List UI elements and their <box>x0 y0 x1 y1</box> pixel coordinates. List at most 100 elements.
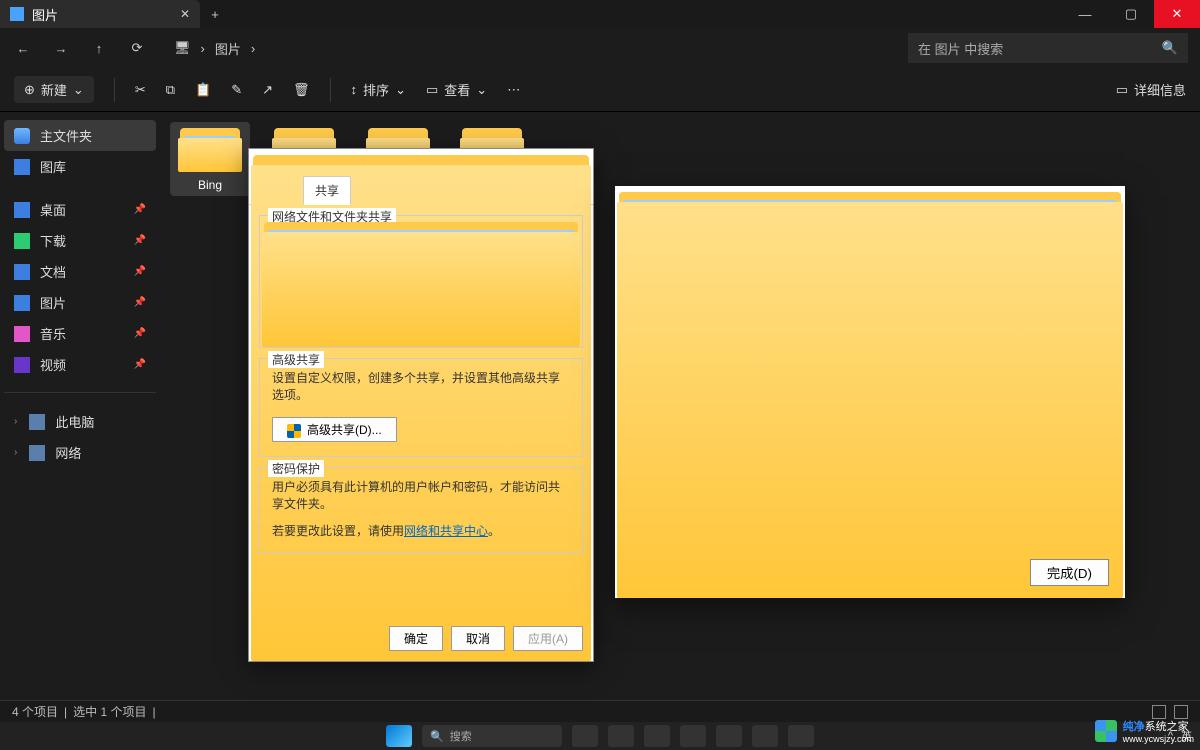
advanced-share-button[interactable]: 高级共享(D)... <box>272 417 397 442</box>
done-button[interactable]: 完成(D) <box>1030 559 1109 586</box>
network-icon <box>29 445 45 461</box>
network-access-dialog: ✕ ← 网络访问 你的文件夹已共享。 可通过电子邮件向某个人发送到这些共享项的链… <box>615 186 1125 598</box>
status-bar: 4 个项目 | 选中 1 个项目 | <box>0 700 1200 722</box>
taskbar-edge[interactable] <box>716 725 742 747</box>
ok-button[interactable]: 确定 <box>389 626 443 651</box>
new-tab-button[interactable]: + <box>200 7 230 22</box>
search-icon: 🔍 <box>1162 40 1178 56</box>
chevron-right-icon: › <box>14 447 17 458</box>
search-placeholder: 在 图片 中搜索 <box>918 39 1003 58</box>
taskbar-settings[interactable] <box>788 725 814 747</box>
copy-button[interactable]: ⧉ <box>166 82 175 98</box>
separator <box>114 78 115 102</box>
close-button[interactable]: ✕ <box>1154 0 1200 28</box>
pin-icon: 📌 <box>134 328 146 339</box>
sidebar-item-pc[interactable]: ›此电脑 <box>4 406 156 437</box>
taskbar-search[interactable]: 🔍 搜索 <box>422 725 562 747</box>
taskbar-store[interactable] <box>752 725 778 747</box>
details-view-icon[interactable] <box>1152 705 1166 719</box>
section-network-share: 网络文件和文件夹共享 Bing 共享式 网络路径(N): \\BILLYFU-P… <box>259 215 583 348</box>
pin-icon: 📌 <box>134 359 146 370</box>
pin-icon: 📌 <box>134 266 146 277</box>
status-selected: 选中 1 个项目 <box>73 703 146 720</box>
dialog-buttons: 确定 取消 应用(A) <box>389 626 583 651</box>
delete-button[interactable]: 🗑 <box>293 82 310 98</box>
minimize-button[interactable]: — <box>1062 0 1108 28</box>
pin-icon: 📌 <box>134 297 146 308</box>
watermark-logo-icon <box>1095 720 1117 742</box>
sidebar-item-network[interactable]: ›网络 <box>4 437 156 468</box>
sidebar-item-videos[interactable]: 视频📌 <box>4 349 156 380</box>
status-sep: | <box>152 705 155 719</box>
pwd-line2b: 。 <box>488 524 500 538</box>
pwd-line2a: 若要更改此设置，请使用 <box>272 524 404 538</box>
adv-share-desc: 设置自定义权限，创建多个共享，并设置其他高级共享选项。 <box>272 369 570 403</box>
sidebar-item-documents[interactable]: 文档📌 <box>4 256 156 287</box>
monitor-icon: 🖥 <box>174 40 191 56</box>
folder-icon <box>176 122 244 172</box>
address-bar[interactable]: 🖥 › 图片 › <box>174 39 255 58</box>
cancel-button[interactable]: 取消 <box>451 626 505 651</box>
icons-view-icon[interactable] <box>1174 705 1188 719</box>
new-button[interactable]: ⊕ 新建 ⌄ <box>14 76 94 103</box>
sidebar-item-music[interactable]: 音乐📌 <box>4 318 156 349</box>
separator <box>330 78 331 102</box>
more-button[interactable]: ⋯ <box>507 82 520 98</box>
forward-button[interactable]: → <box>50 41 72 56</box>
dialog-titlebar[interactable]: Bing 属性 ✕ <box>249 149 593 175</box>
paste-button[interactable]: 📋 <box>195 82 211 98</box>
home-icon <box>14 128 30 144</box>
tab-title: 图片 <box>32 5 58 24</box>
sidebar-item-gallery[interactable]: 图库 <box>4 151 156 182</box>
breadcrumb-sep: › <box>201 41 205 56</box>
section-legend: 密码保护 <box>268 460 324 477</box>
rename-button[interactable]: ✎ <box>231 82 242 98</box>
pictures-icon <box>14 295 30 311</box>
status-sep: | <box>64 705 67 719</box>
taskbar-explorer[interactable] <box>680 725 706 747</box>
pwd-line1: 用户必须具有此计算机的用户帐户和密码，才能访问共享文件夹。 <box>272 478 570 512</box>
properties-dialog: Bing 属性 ✕ 常规 共享 安全 以前的版本 自定义 网络文件和文件夹共享 … <box>248 148 594 662</box>
breadcrumb-sep: › <box>251 41 255 56</box>
pin-icon: 📌 <box>134 204 146 215</box>
start-button[interactable] <box>386 725 412 747</box>
folder-bing[interactable]: Bing <box>170 122 250 196</box>
share-button[interactable]: ↗ <box>262 82 273 98</box>
window-buttons: — ▢ ✕ <box>1062 0 1200 28</box>
folder-icon <box>257 155 273 169</box>
titlebar: 图片 ✕ + — ▢ ✕ <box>0 0 1200 28</box>
breadcrumb-pictures[interactable]: 图片 <box>215 39 241 58</box>
folder-icon <box>272 230 300 254</box>
tab-share[interactable]: 共享 <box>303 176 351 205</box>
taskbar-app[interactable] <box>644 725 670 747</box>
taskbar: 🔍 搜索 ^ 英 <box>0 722 1200 750</box>
sidebar-item-home[interactable]: 主文件夹 <box>4 120 156 151</box>
folder-icon <box>654 379 678 399</box>
sidebar-item-desktop[interactable]: 桌面📌 <box>4 194 156 225</box>
videos-icon <box>14 357 30 373</box>
sidebar-item-downloads[interactable]: 下载📌 <box>4 225 156 256</box>
cut-button[interactable]: ✂ <box>135 82 146 98</box>
tab-close-button[interactable]: ✕ <box>180 7 190 21</box>
taskview-button[interactable] <box>572 725 598 747</box>
list-item[interactable]: Bing \\BILLYFU-PC\Bing <box>654 375 1086 403</box>
refresh-button[interactable]: ⟳ <box>126 40 148 56</box>
folder-label: Bing <box>198 178 222 192</box>
nav-bar: ← → ↑ ⟳ 🖥 › 图片 › 在 图片 中搜索 🔍 <box>0 28 1200 68</box>
maximize-button[interactable]: ▢ <box>1108 0 1154 28</box>
sort-button[interactable]: ↕ 排序 ⌄ <box>351 80 406 99</box>
view-button[interactable]: ▭ 查看 ⌄ <box>426 80 487 99</box>
watermark-url: www.ycwsjzy.com <box>1123 734 1194 744</box>
search-box[interactable]: 在 图片 中搜索 🔍 <box>908 33 1188 63</box>
network-center-link[interactable]: 网络和共享中心 <box>404 524 488 538</box>
pictures-icon <box>10 7 24 21</box>
gallery-icon <box>14 159 30 175</box>
details-button[interactable]: ▭ 详细信息 <box>1116 80 1186 99</box>
tab-pictures[interactable]: 图片 ✕ <box>0 0 200 28</box>
back-button[interactable]: ← <box>12 41 34 56</box>
up-button[interactable]: ↑ <box>88 41 110 56</box>
sidebar: 主文件夹 图库 桌面📌 下载📌 文档📌 图片📌 音乐📌 视频📌 ›此电脑 ›网络 <box>0 112 160 700</box>
taskbar-app[interactable] <box>608 725 634 747</box>
sidebar-item-pictures[interactable]: 图片📌 <box>4 287 156 318</box>
section-advanced-share: 高级共享 设置自定义权限，创建多个共享，并设置其他高级共享选项。 高级共享(D)… <box>259 358 583 457</box>
